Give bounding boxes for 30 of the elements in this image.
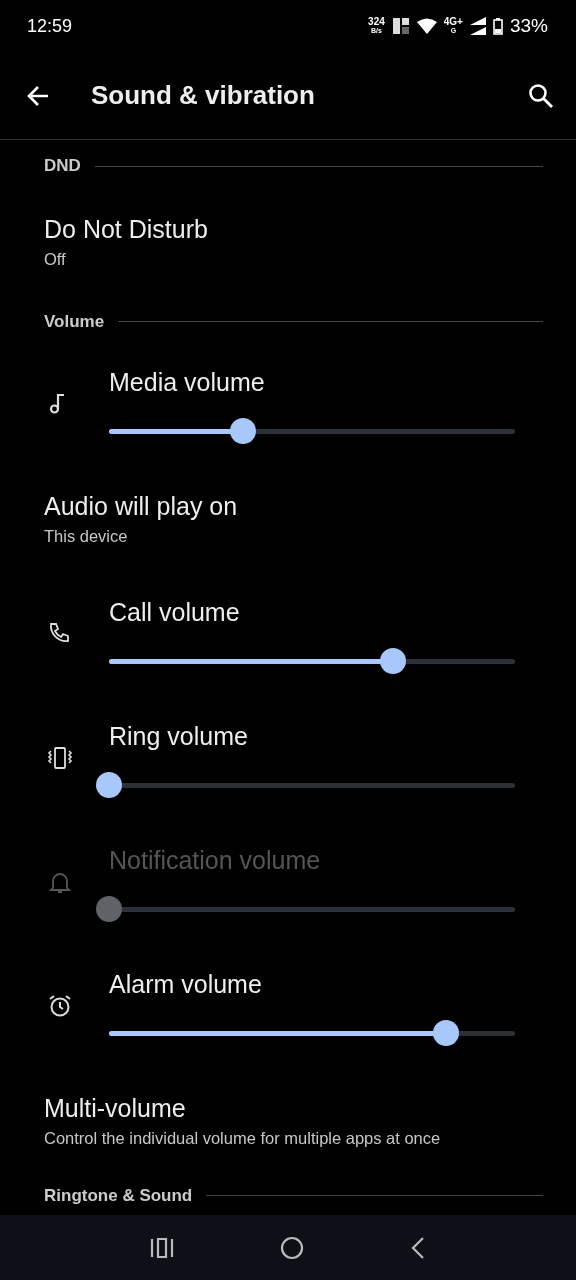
- setting-summary: This device: [44, 526, 129, 547]
- setting-title[interactable]: Do Not Disturb: [44, 214, 556, 244]
- setting-title[interactable]: Multi-volume: [44, 1093, 556, 1123]
- home-icon[interactable]: [280, 1235, 304, 1260]
- wifi-icon: [416, 18, 437, 34]
- network-type: 4G+: [443, 17, 463, 27]
- battery-percent: 33%: [509, 15, 548, 37]
- sim-icon: [391, 17, 410, 35]
- setting-title[interactable]: Audio will play on: [44, 491, 556, 521]
- back-arrow-icon[interactable]: [26, 83, 50, 108]
- slider-label: Call volume: [109, 597, 241, 627]
- alarm-clock-icon: [47, 993, 73, 1019]
- section-header: DND: [44, 156, 81, 176]
- page-title: Sound & vibration: [91, 80, 316, 111]
- slider-label: Notification volume: [109, 845, 322, 875]
- vibrate-icon: [47, 745, 73, 771]
- setting-summary: Control the individual volume for multiple apps at once: [44, 1128, 442, 1149]
- recent-apps-icon[interactable]: [150, 1236, 174, 1259]
- slider-label: Media volume: [109, 367, 266, 397]
- battery-icon: [492, 17, 503, 35]
- search-icon[interactable]: [528, 82, 554, 109]
- clock: 12:59: [27, 15, 74, 37]
- setting-summary: Off: [44, 249, 67, 270]
- back-icon[interactable]: [410, 1235, 426, 1260]
- section-header: Ringtone & Sound: [44, 1185, 193, 1206]
- net-speed: 324: [368, 17, 385, 27]
- slider-label: Ring volume: [109, 721, 249, 751]
- slider-label: Alarm volume: [109, 969, 263, 999]
- section-header: Volume: [44, 311, 105, 332]
- signal-icon: [469, 17, 486, 35]
